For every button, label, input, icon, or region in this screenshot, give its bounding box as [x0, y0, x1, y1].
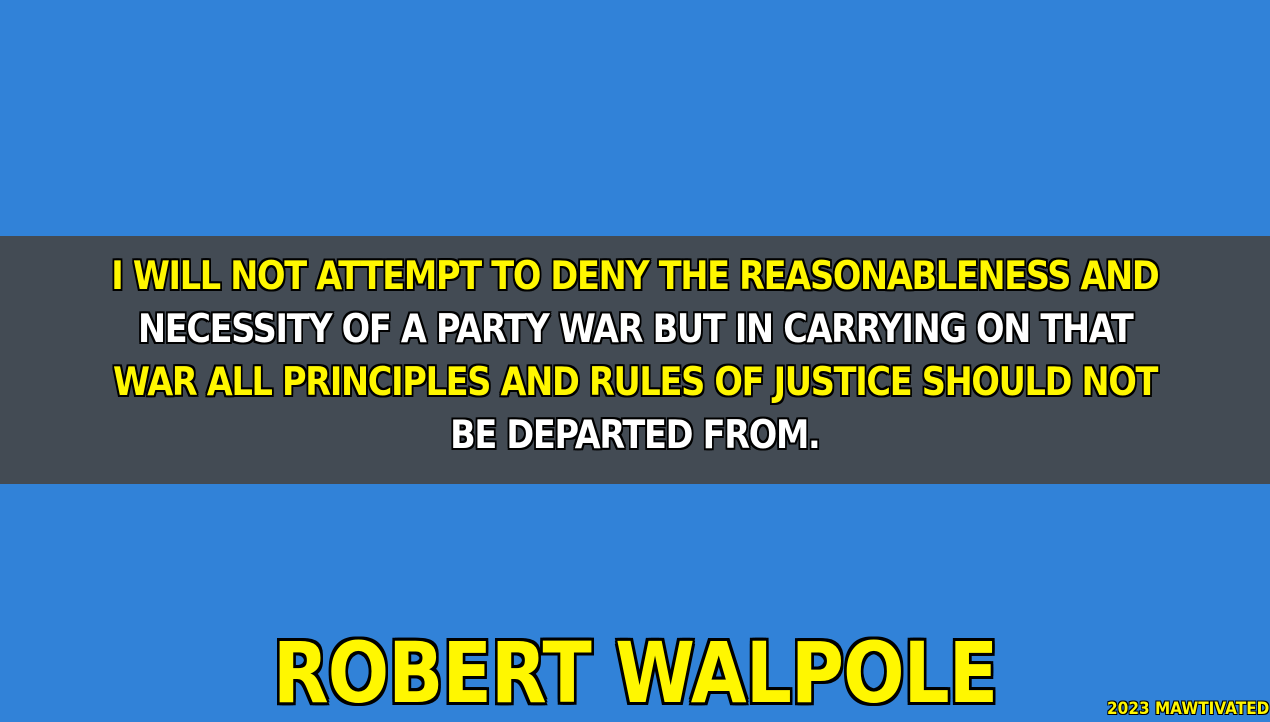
quote-line-3: WAR ALL PRINCIPLES AND RULES OF JUSTICE … — [112, 360, 1158, 405]
quote-line-4: BE DEPARTED FROM. — [450, 413, 821, 458]
author-name: ROBERT WALPOLE — [272, 624, 998, 722]
quote-text: I WILL NOT ATTEMPT TO DENY THE REASONABL… — [0, 250, 1270, 462]
quote-line-1: I WILL NOT ATTEMPT TO DENY THE REASONABL… — [111, 254, 1160, 299]
credit-watermark: 2023 MAWTIVATED — [1106, 699, 1269, 719]
quote-line-2: NECESSITY OF A PARTY WAR BUT IN CARRYING… — [137, 307, 1134, 352]
